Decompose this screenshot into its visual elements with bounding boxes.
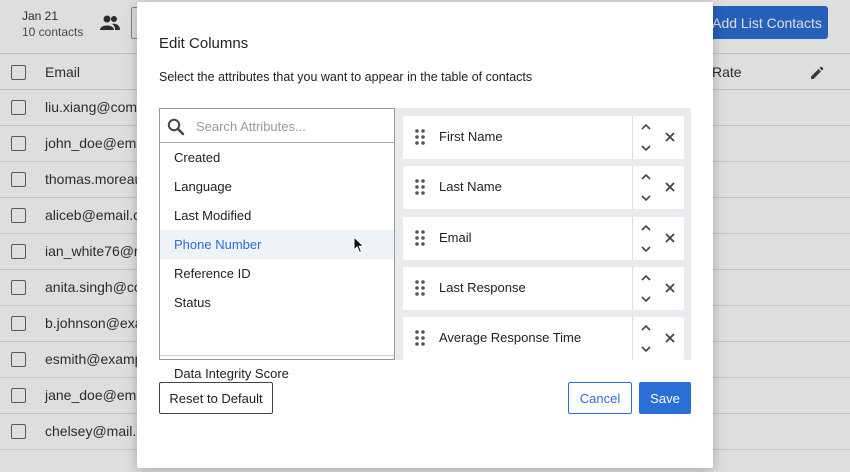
attribute-list: Created Language Last Modified Phone Num… xyxy=(160,143,394,381)
chevron-down-icon[interactable] xyxy=(639,191,653,205)
attribute-item-last-modified[interactable]: Last Modified xyxy=(160,201,394,230)
search-icon xyxy=(167,118,185,136)
attribute-item-created[interactable]: Created xyxy=(160,143,394,172)
dialog-title: Edit Columns xyxy=(159,35,249,52)
attribute-item-status[interactable]: Status xyxy=(160,288,394,317)
chevron-up-icon[interactable] xyxy=(639,271,653,285)
close-icon[interactable] xyxy=(663,130,677,144)
close-icon[interactable] xyxy=(663,180,677,194)
reset-to-default-button[interactable]: Reset to Default xyxy=(159,382,273,414)
attribute-divider xyxy=(160,355,394,356)
selected-column-label: Last Response xyxy=(439,280,526,295)
close-icon[interactable] xyxy=(663,331,677,345)
drag-handle-icon[interactable] xyxy=(414,178,426,196)
search-attributes-input[interactable] xyxy=(196,116,386,136)
selected-column-card[interactable]: Email xyxy=(403,217,684,260)
card-divider xyxy=(632,317,633,360)
chevron-up-icon[interactable] xyxy=(639,120,653,134)
selected-column-label: Email xyxy=(439,230,472,245)
chevron-down-icon[interactable] xyxy=(639,342,653,356)
attribute-picker: Created Language Last Modified Phone Num… xyxy=(159,108,395,381)
selected-column-label: Average Response Time xyxy=(439,330,582,345)
chevron-up-icon[interactable] xyxy=(639,221,653,235)
attribute-search xyxy=(160,109,394,143)
close-icon[interactable] xyxy=(663,281,677,295)
card-divider xyxy=(632,267,633,310)
dialog-description: Select the attributes that you want to a… xyxy=(159,70,533,84)
selected-column-card[interactable]: Average Response Time xyxy=(403,317,684,360)
card-divider xyxy=(632,166,633,209)
selected-column-card[interactable]: Last Name xyxy=(403,166,684,209)
attribute-item-reference-id[interactable]: Reference ID xyxy=(160,259,394,288)
close-icon[interactable] xyxy=(663,231,677,245)
chevron-down-icon[interactable] xyxy=(639,292,653,306)
selected-columns-list: First Name Last Name Email Last Response… xyxy=(395,108,691,360)
card-divider xyxy=(632,116,633,159)
chevron-down-icon[interactable] xyxy=(639,141,653,155)
drag-handle-icon[interactable] xyxy=(414,229,426,247)
save-button[interactable]: Save xyxy=(639,382,691,414)
chevron-down-icon[interactable] xyxy=(639,242,653,256)
edit-columns-dialog: Edit Columns Select the attributes that … xyxy=(137,2,713,468)
drag-handle-icon[interactable] xyxy=(414,329,426,347)
card-divider xyxy=(632,217,633,260)
selected-column-label: First Name xyxy=(439,129,503,144)
selected-column-card[interactable]: Last Response xyxy=(403,267,684,310)
attribute-item-language[interactable]: Language xyxy=(160,172,394,201)
chevron-up-icon[interactable] xyxy=(639,170,653,184)
mouse-cursor-icon xyxy=(353,236,365,254)
drag-handle-icon[interactable] xyxy=(414,128,426,146)
selected-column-card[interactable]: First Name xyxy=(403,116,684,159)
cancel-button[interactable]: Cancel xyxy=(568,382,632,414)
drag-handle-icon[interactable] xyxy=(414,279,426,297)
chevron-up-icon[interactable] xyxy=(639,321,653,335)
selected-column-label: Last Name xyxy=(439,179,502,194)
